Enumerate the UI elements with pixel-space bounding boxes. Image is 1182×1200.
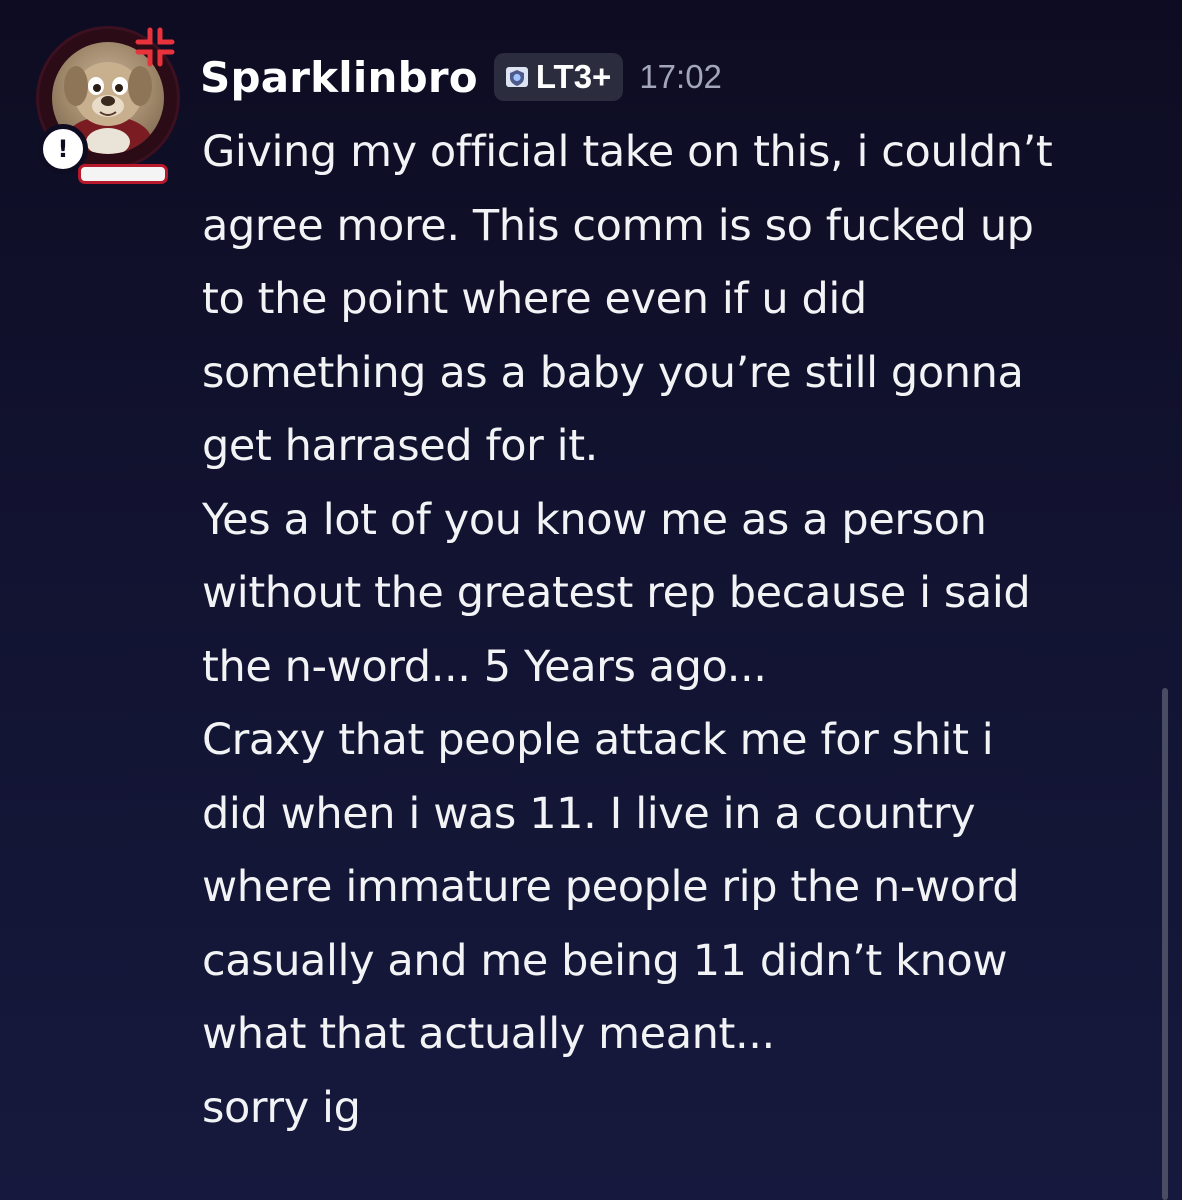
message-line: agree more. This comm is so fucked up: [202, 200, 1034, 251]
username[interactable]: Sparklinbro: [200, 53, 478, 102]
anger-symbol-icon: [132, 24, 178, 70]
chat-message: ! Sparklinbro LT3+ 17:02 Giving my offic…: [0, 0, 1182, 1200]
message-line: to the point where even if u did: [202, 274, 867, 324]
message-timestamp[interactable]: 17:02: [639, 58, 722, 96]
message-content: Giving my official take on this, i could…: [202, 116, 1162, 1145]
server-tag-label: LT3+: [535, 58, 612, 95]
message-line: sorry ig: [202, 1082, 361, 1133]
avatar[interactable]: !: [34, 24, 184, 184]
scrollbar[interactable]: [1162, 688, 1168, 1200]
message-line: what that actually meant...: [202, 1009, 775, 1059]
message-line: get harrased for it.: [202, 421, 598, 471]
message-header: Sparklinbro LT3+ 17:02: [200, 42, 722, 112]
message-line: casually and me being 11 didn’t know: [202, 935, 1008, 986]
server-tag[interactable]: LT3+: [493, 53, 624, 101]
message-line: without the greatest rep because i said: [202, 568, 1031, 618]
message-line: something as a baby you’re still gonna: [202, 347, 1024, 398]
avatar-decoration-bar: [78, 164, 168, 184]
message-line: the n-word... 5 Years ago...: [202, 641, 767, 692]
message-line: did when i was 11. I live in a country: [202, 788, 976, 839]
message-line: Yes a lot of you know me as a person: [202, 494, 987, 545]
message-line: Craxy that people attack me for shit i: [202, 715, 994, 765]
message-line: where immature people rip the n-word: [202, 862, 1020, 912]
shield-badge-icon: [505, 67, 528, 87]
message-line: Giving my official take on this, i could…: [202, 127, 1053, 177]
